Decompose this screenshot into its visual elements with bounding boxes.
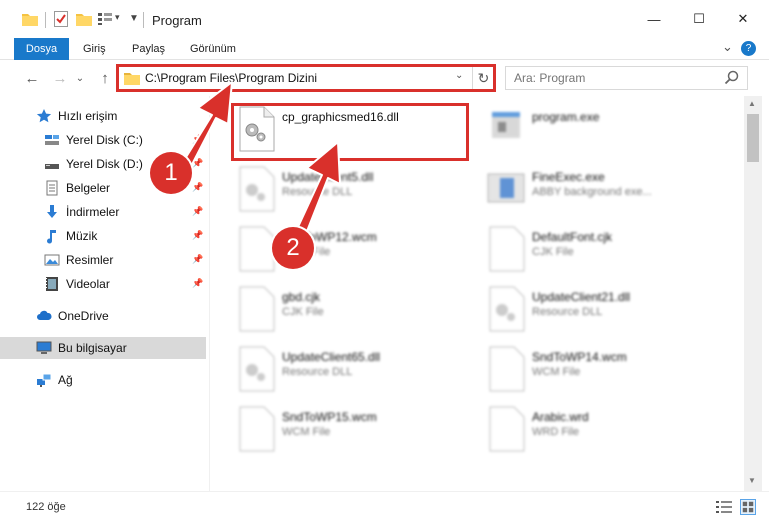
- step-badge-1: 1: [150, 152, 192, 194]
- step-badge-2: 2: [272, 227, 314, 269]
- annotation-arrows: [174, 81, 341, 245]
